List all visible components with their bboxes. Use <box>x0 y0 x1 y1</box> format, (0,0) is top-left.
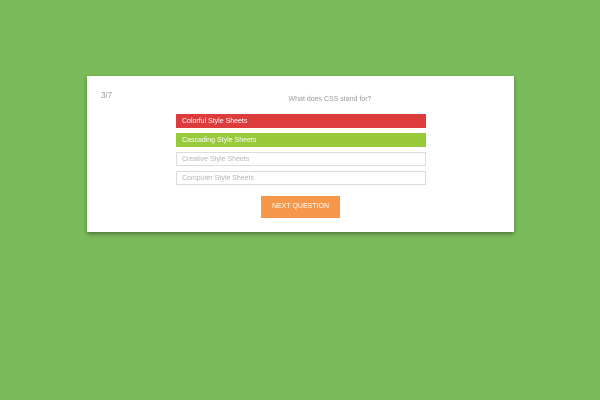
answer-option-2[interactable]: Cascading Style Sheets <box>176 133 426 147</box>
question-text: What does CSS stand for? <box>288 96 372 103</box>
answer-option-3[interactable]: Creative Style Sheets <box>176 152 426 166</box>
answer-list: Colorful Style Sheets Cascading Style Sh… <box>176 114 426 190</box>
quiz-card: 3/7 What does CSS stand for? Colorful St… <box>87 76 514 232</box>
answer-option-1[interactable]: Colorful Style Sheets <box>176 114 426 128</box>
next-question-button[interactable]: NEXT QUESTION <box>261 196 340 218</box>
answer-option-4[interactable]: Computer Style Sheets <box>176 171 426 185</box>
